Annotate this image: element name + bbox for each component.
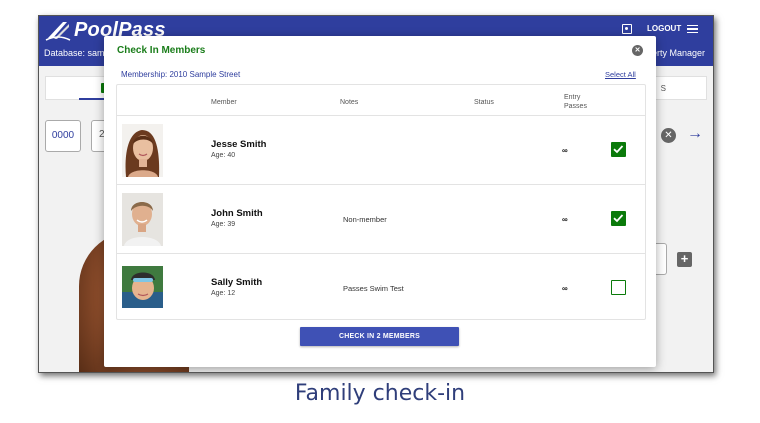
check-in-dialog: Check In Members ✕ Membership: 2010 Samp… [104, 36, 656, 367]
member-notes: Passes Swim Test [343, 284, 404, 293]
column-header-member: Member [211, 99, 237, 106]
account-icon[interactable] [622, 24, 632, 34]
member-photo [122, 266, 163, 308]
pin-field[interactable]: 0000 [45, 120, 81, 152]
column-header-entry-passes: Entry Passes [564, 93, 587, 111]
member-name: Jesse Smith [211, 139, 267, 150]
entry-passes-value: ∞ [562, 146, 568, 155]
role-label: erty Manager [651, 48, 705, 58]
entry-passes-value: ∞ [562, 215, 568, 224]
database-label: Database: samp [44, 48, 110, 58]
app-window: PoolPass Database: samp erty Manager LOG… [38, 15, 714, 373]
table-row: Jesse Smith Age: 40 ∞ [117, 116, 645, 185]
member-name: John Smith [211, 208, 263, 219]
member-notes: Non-member [343, 215, 387, 224]
check-icon [613, 145, 624, 154]
select-all-link[interactable]: Select All [605, 70, 636, 79]
add-icon[interactable]: + [677, 252, 692, 267]
table-row: Sally Smith Age: 12 Passes Swim Test ∞ [117, 254, 645, 323]
member-age: Age: 39 [211, 221, 236, 228]
column-header-status: Status [474, 99, 494, 106]
check-in-button[interactable]: CHECK IN 2 MEMBERS [300, 327, 459, 346]
clear-icon[interactable]: ✕ [661, 128, 676, 143]
member-age: Age: 40 [211, 152, 236, 159]
member-photo [122, 193, 163, 246]
member-name: Sally Smith [211, 277, 263, 288]
tab-label-partial: S [660, 84, 666, 93]
logo-icon [45, 22, 71, 41]
check-icon [613, 214, 624, 223]
dialog-title: Check In Members [117, 45, 206, 56]
column-header-entry-line2: Passes [564, 103, 587, 110]
caption: Family check-in [294, 381, 466, 406]
member-photo [122, 124, 163, 177]
member-checkbox[interactable] [611, 280, 626, 295]
member-checkbox[interactable] [611, 211, 626, 226]
members-table: Member Notes Status Entry Passes Jesse S… [116, 84, 646, 320]
menu-icon[interactable] [687, 25, 698, 33]
table-row: John Smith Age: 39 Non-member ∞ [117, 185, 645, 254]
logout-button[interactable]: LOGOUT [647, 24, 681, 33]
membership-label: Membership: 2010 Sample Street [121, 70, 241, 79]
column-header-entry-line1: Entry [564, 94, 581, 101]
entry-passes-value: ∞ [562, 284, 568, 293]
member-age: Age: 12 [211, 290, 236, 297]
column-header-notes: Notes [340, 99, 359, 106]
close-icon[interactable]: ✕ [632, 45, 643, 56]
arrow-right-icon[interactable]: → [687, 124, 703, 144]
member-checkbox[interactable] [611, 142, 626, 157]
